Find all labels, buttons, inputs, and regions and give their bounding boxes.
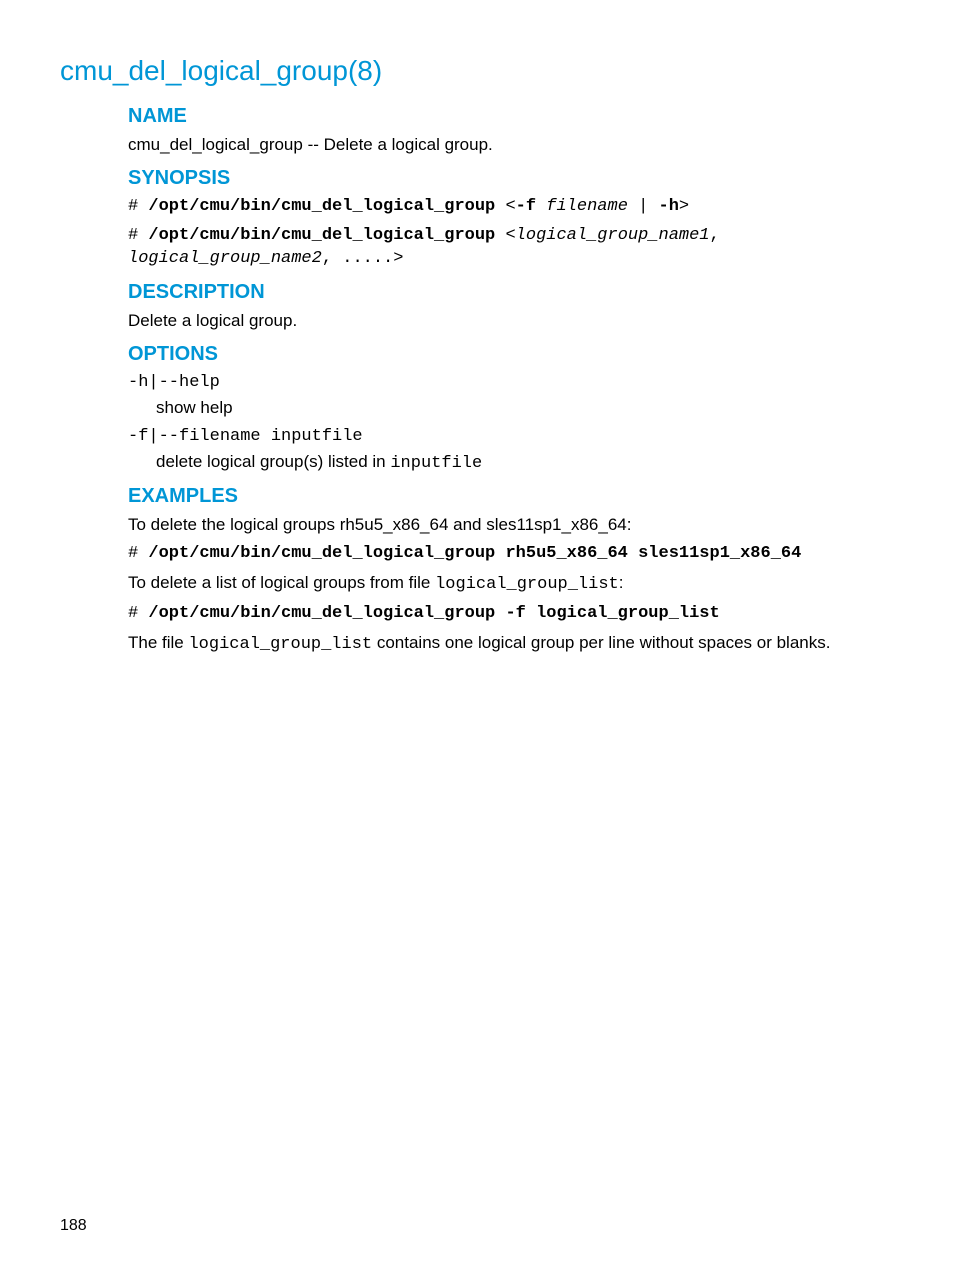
example-cmd-2: # /opt/cmu/bin/cmu_del_logical_group -f … bbox=[128, 603, 894, 626]
prompt: # bbox=[128, 197, 148, 216]
example-note: The file logical_group_list contains one… bbox=[128, 632, 894, 657]
description-text: Delete a logical group. bbox=[128, 310, 894, 333]
bracket-close: > bbox=[679, 197, 689, 216]
heading-name: NAME bbox=[128, 105, 894, 128]
synopsis-line-2: # /opt/cmu/bin/cmu_del_logical_group <lo… bbox=[128, 225, 894, 271]
arg-filename: filename bbox=[546, 197, 628, 216]
heading-description: DESCRIPTION bbox=[128, 281, 894, 304]
page-title: cmu_del_logical_group(8) bbox=[60, 55, 894, 87]
section-description: DESCRIPTION Delete a logical group. bbox=[128, 281, 894, 333]
example-cmd-1: # /opt/cmu/bin/cmu_del_logical_group rh5… bbox=[128, 543, 894, 566]
option-help-desc: show help bbox=[156, 397, 894, 420]
bracket-open: < bbox=[495, 226, 515, 245]
space bbox=[536, 197, 546, 216]
dots: , .....> bbox=[322, 249, 404, 268]
note-pre: The file bbox=[128, 633, 188, 652]
comma: , bbox=[710, 226, 720, 245]
flag-f: -f bbox=[516, 197, 536, 216]
section-name: NAME cmu_del_logical_group -- Delete a l… bbox=[128, 105, 894, 157]
page-number: 188 bbox=[60, 1217, 87, 1235]
command-text: /opt/cmu/bin/cmu_del_logical_group -f lo… bbox=[148, 604, 719, 623]
option-filename-desc: delete logical group(s) listed in inputf… bbox=[156, 451, 894, 476]
bracket-open: < bbox=[495, 197, 515, 216]
intro2-mono: logical_group_list bbox=[435, 575, 619, 594]
intro2-post: : bbox=[619, 573, 624, 592]
command-path: /opt/cmu/bin/cmu_del_logical_group bbox=[148, 226, 495, 245]
pipe: | bbox=[628, 197, 659, 216]
flag-h: -h bbox=[659, 197, 679, 216]
prompt: # bbox=[128, 226, 148, 245]
section-options: OPTIONS -h|--help show help -f|--filenam… bbox=[128, 343, 894, 476]
opt2-desc-pre: delete logical group(s) listed in bbox=[156, 452, 390, 471]
name-text: cmu_del_logical_group -- Delete a logica… bbox=[128, 134, 894, 157]
section-synopsis: SYNOPSIS # /opt/cmu/bin/cmu_del_logical_… bbox=[128, 167, 894, 271]
example-intro-1: To delete the logical groups rh5u5_x86_6… bbox=[128, 514, 894, 537]
prompt: # bbox=[128, 604, 148, 623]
note-mono: logical_group_list bbox=[188, 635, 372, 654]
section-examples: EXAMPLES To delete the logical groups rh… bbox=[128, 485, 894, 657]
synopsis-line-1: # /opt/cmu/bin/cmu_del_logical_group <-f… bbox=[128, 196, 894, 219]
heading-options: OPTIONS bbox=[128, 343, 894, 366]
intro2-pre: To delete a list of logical groups from … bbox=[128, 573, 435, 592]
option-filename-flag: -f|--filename inputfile bbox=[128, 426, 894, 449]
heading-synopsis: SYNOPSIS bbox=[128, 167, 894, 190]
heading-examples: EXAMPLES bbox=[128, 485, 894, 508]
example-intro-2: To delete a list of logical groups from … bbox=[128, 572, 894, 597]
note-post: contains one logical group per line with… bbox=[372, 633, 830, 652]
command-text: /opt/cmu/bin/cmu_del_logical_group rh5u5… bbox=[148, 544, 801, 563]
arg-name1: logical_group_name1 bbox=[516, 226, 710, 245]
prompt: # bbox=[128, 544, 148, 563]
arg-name2: logical_group_name2 bbox=[128, 249, 322, 268]
opt2-desc-mono: inputfile bbox=[390, 454, 482, 473]
command-path: /opt/cmu/bin/cmu_del_logical_group bbox=[148, 197, 495, 216]
option-help-flag: -h|--help bbox=[128, 372, 894, 395]
